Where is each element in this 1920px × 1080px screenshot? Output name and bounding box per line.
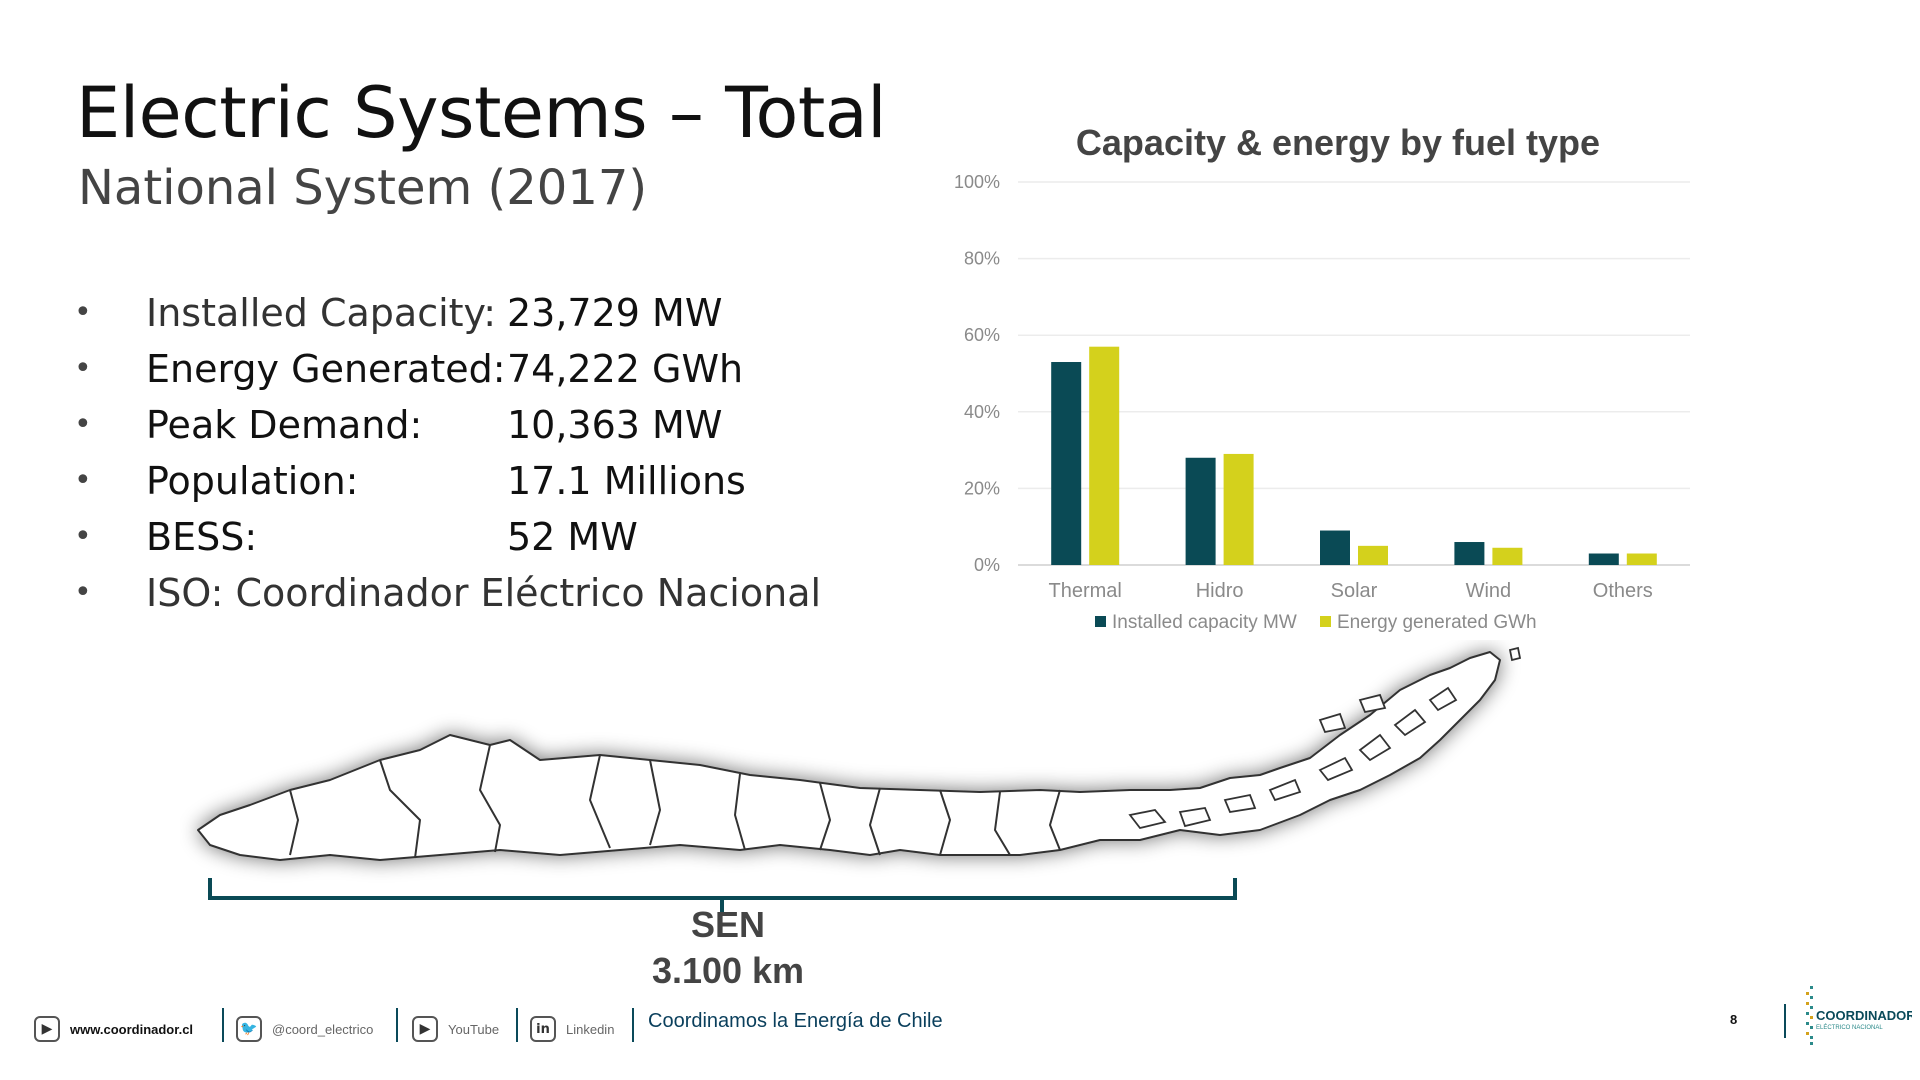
footer-slogan: Coordinamos la Energía de Chile [648, 1010, 943, 1032]
list-item: • BESS: 52 MW [70, 509, 830, 565]
bar-others-energy [1626, 553, 1657, 565]
stat-label: Population: [146, 459, 359, 503]
y-tick-label: 20% [964, 478, 1000, 498]
stat-label: Installed Capacity: [146, 291, 497, 335]
y-tick-label: 60% [964, 325, 1000, 345]
x-tick-label: Others [1593, 580, 1653, 602]
x-tick-label: Hidro [1196, 580, 1244, 602]
chart-y-axis: 0% 20% 40% 60% 80% 100% [954, 172, 1000, 575]
y-tick-label: 40% [964, 402, 1000, 422]
x-tick-label: Wind [1466, 580, 1512, 602]
bar-hidro-capacity [1185, 457, 1216, 565]
stat-value: 23,729 MW [507, 291, 723, 335]
youtube-icon: ▶ [412, 1016, 438, 1042]
legend-swatch [1095, 616, 1106, 627]
bullet-icon: • [74, 519, 92, 554]
chile-map [180, 640, 1720, 904]
bullet-icon: • [74, 575, 92, 610]
bar-wind-capacity [1454, 542, 1485, 565]
footer-website-label: www.coordinador.cl [70, 1021, 194, 1037]
bar-thermal-energy [1089, 346, 1120, 565]
twitter-icon: 🐦 [236, 1016, 262, 1042]
stat-label: Peak Demand: [146, 403, 423, 447]
footer-divider [222, 1008, 224, 1042]
logo-text: COORDINADOR [1816, 1008, 1912, 1023]
footer-divider [632, 1008, 634, 1042]
chart-legend: Installed capacity MW Energy generated GW… [1095, 612, 1537, 633]
bar-hidro-energy [1223, 453, 1254, 565]
bar-thermal-capacity [1051, 362, 1082, 565]
stat-value: 10,363 MW [507, 403, 723, 447]
x-tick-label: Solar [1331, 580, 1378, 602]
stat-label: ISO: Coordinador Eléctrico Nacional [146, 571, 822, 615]
list-item: • Installed Capacity: 23,729 MW [70, 285, 830, 341]
stats-list: • Installed Capacity: 23,729 MW • Energy… [70, 285, 830, 621]
fuel-type-chart: Capacity & energy by fuel type 0% 20% 40% 6… [954, 122, 1690, 633]
stat-value: 74,222 GWh [507, 347, 744, 391]
list-item: • Population: 17.1 Millions [70, 453, 830, 509]
legend-label: Installed capacity MW [1112, 612, 1297, 633]
footer-website[interactable]: ▶ www.coordinador.cl [34, 1012, 193, 1046]
list-item: • Peak Demand: 10,363 MW [70, 397, 830, 453]
x-tick-label: Thermal [1049, 580, 1122, 602]
footer-youtube-label: YouTube [448, 1021, 500, 1037]
bar-others-capacity [1588, 553, 1619, 565]
list-item: • ISO: Coordinador Eléctrico Nacional [70, 565, 830, 621]
stat-label: BESS: [146, 515, 258, 559]
chart-title: Capacity & energy by fuel type [1076, 122, 1600, 163]
y-tick-label: 0% [974, 555, 1000, 575]
logo-subtext: ELÉCTRICO NACIONAL [1816, 1024, 1883, 1031]
list-item: • Energy Generated: 74,222 GWh [70, 341, 830, 397]
y-tick-label: 100% [954, 172, 1000, 192]
play-icon: ▶ [34, 1016, 60, 1042]
footer-linkedin-label: Linkedin [566, 1021, 615, 1037]
stat-label: Energy Generated: [146, 347, 506, 391]
legend-label: Energy generated GWh [1337, 612, 1537, 633]
logo-image: COORDINADOR ELÉCTRICO NACIONAL [1806, 986, 1916, 1045]
footer: ▶ www.coordinador.cl 🐦 @coord_electrico … [0, 1000, 1920, 1060]
bar-wind-energy [1492, 547, 1523, 565]
footer-twitter-label: @coord_electrico [272, 1021, 374, 1037]
coordinador-logo: COORDINADOR ELÉCTRICO NACIONAL [1782, 980, 1916, 1054]
bullet-icon: • [74, 463, 92, 498]
chile-map-image [197, 646, 1522, 861]
bullet-icon: • [74, 407, 92, 442]
stat-value: 52 MW [507, 515, 638, 559]
legend-swatch [1320, 616, 1331, 627]
stat-value: 17.1 Millions [507, 459, 746, 503]
page-title: Electric Systems – Total [76, 72, 887, 154]
footer-youtube[interactable]: ▶ YouTube [412, 1012, 499, 1046]
page-number: 8 [1730, 1012, 1738, 1027]
footer-divider [396, 1008, 398, 1042]
footer-linkedin[interactable]: in Linkedin [530, 1012, 614, 1046]
footer-divider [516, 1008, 518, 1042]
bullet-icon: • [74, 295, 92, 330]
chart-x-axis: Thermal Hidro Solar Wind Others [1049, 580, 1653, 602]
bar-solar-capacity [1320, 530, 1350, 565]
bar-solar-energy [1358, 545, 1388, 565]
bullet-icon: • [74, 351, 92, 386]
chart-bars [1051, 346, 1657, 565]
y-tick-label: 80% [964, 249, 1000, 269]
scale-distance: 3.100 km [651, 950, 805, 991]
page-subtitle: National System (2017) [78, 160, 648, 216]
scale-name: SEN [690, 904, 766, 945]
footer-twitter[interactable]: 🐦 @coord_electrico [236, 1012, 373, 1046]
linkedin-icon: in [530, 1016, 556, 1042]
